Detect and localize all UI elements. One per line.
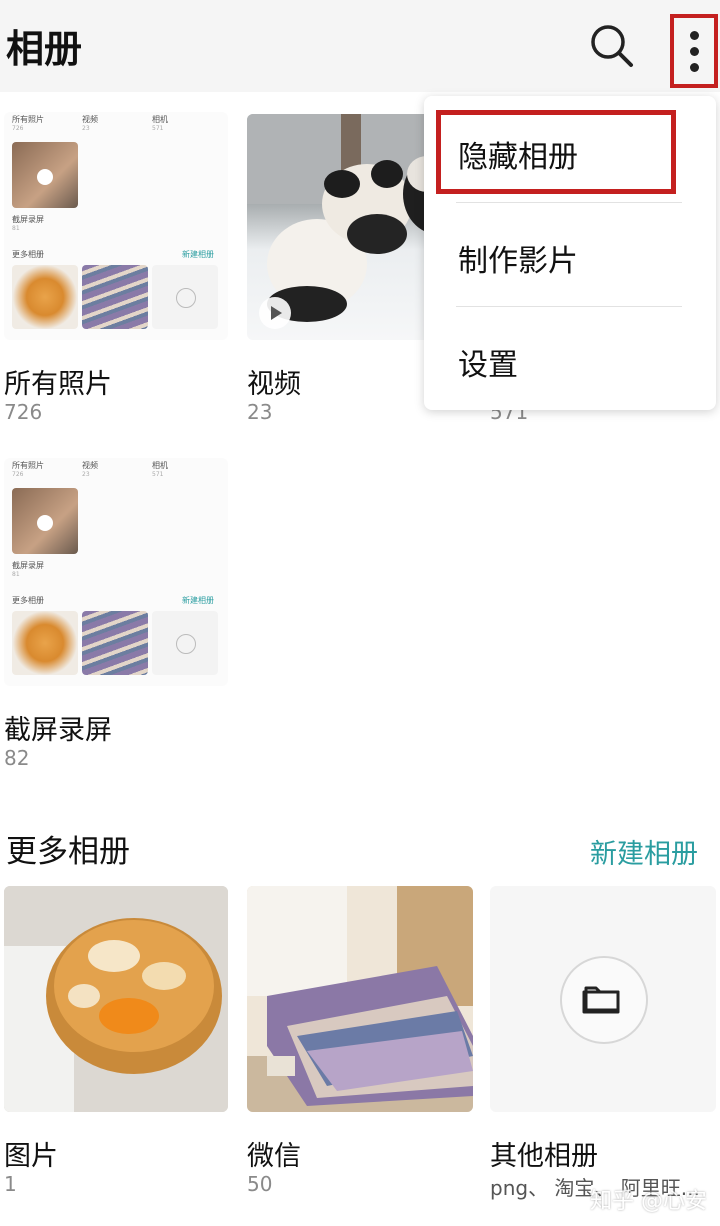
menu-divider <box>456 306 682 307</box>
mini-col3: 相机 <box>152 461 168 470</box>
overflow-menu: 隐藏相册 制作影片 设置 <box>424 96 716 410</box>
mini-col2-count: 23 <box>82 125 90 132</box>
album-count: 82 <box>4 746 30 770</box>
search-button[interactable] <box>584 18 640 74</box>
mini-thumb-image <box>12 488 78 554</box>
album-count: 1 <box>4 1172 17 1196</box>
more-dot <box>689 46 699 56</box>
section-title: 更多相册 <box>6 834 130 870</box>
search-icon <box>591 25 633 67</box>
folder-circle <box>560 956 648 1044</box>
mini-col3-count: 571 <box>152 471 164 478</box>
menu-item-make-movie[interactable]: 制作影片 <box>458 236 578 280</box>
mini-section: 更多相册 <box>12 250 44 259</box>
mini-col2: 视频 <box>82 115 98 124</box>
mini-sub-album: 截屏录屏 <box>12 561 44 570</box>
album-name: 截屏录屏 <box>4 715 112 746</box>
mini-col2: 视频 <box>82 461 98 470</box>
play-icon <box>259 297 291 329</box>
more-dot <box>689 62 699 72</box>
mini-thumb-image <box>12 142 78 208</box>
mini-bed-image <box>82 611 148 675</box>
album-name: 视频 <box>247 369 301 400</box>
mini-folder-icon <box>176 288 196 308</box>
album-name: 所有照片 <box>4 369 112 400</box>
mini-link: 新建相册 <box>182 596 214 605</box>
album-count: 23 <box>247 400 273 424</box>
mic-icon <box>37 169 53 185</box>
mini-section: 更多相册 <box>12 596 44 605</box>
mini-col3: 相机 <box>152 115 168 124</box>
mini-sub-album: 截屏录屏 <box>12 215 44 224</box>
mini-col1: 所有照片 <box>12 115 44 124</box>
menu-divider <box>456 202 682 203</box>
album-name: 其他相册 <box>490 1141 598 1172</box>
mini-col1-count: 726 <box>12 125 24 132</box>
bedroom-image <box>247 886 473 1112</box>
mini-sub-count: 81 <box>12 225 20 232</box>
mini-folder-icon <box>176 634 196 654</box>
album-name: 图片 <box>4 1141 58 1172</box>
bread-image <box>4 886 228 1112</box>
mini-bed-image <box>82 265 148 329</box>
page-title: 相册 <box>6 27 83 71</box>
mini-link: 新建相册 <box>182 250 214 259</box>
mini-bread-image <box>12 265 78 329</box>
new-album-link[interactable]: 新建相册 <box>590 832 698 871</box>
folder-icon <box>582 986 620 1014</box>
app-header: 相册 <box>0 0 720 92</box>
album-thumb-screenshots[interactable]: 所有照片 726 视频 23 相机 571 截屏录屏 81 更多相册 新建相册 <box>4 458 228 686</box>
more-options-button[interactable] <box>670 14 718 88</box>
more-vertical-icon <box>689 30 699 40</box>
mini-col2-count: 23 <box>82 471 90 478</box>
highlight-box <box>436 110 676 194</box>
album-thumb-pictures[interactable] <box>4 886 228 1112</box>
mic-icon <box>37 515 53 531</box>
mini-col1: 所有照片 <box>12 461 44 470</box>
album-thumb-wechat[interactable] <box>247 886 473 1112</box>
mini-folder-tile <box>152 611 218 675</box>
album-thumb-other[interactable] <box>490 886 716 1112</box>
album-name: 微信 <box>247 1141 301 1172</box>
album-count: 726 <box>4 400 43 424</box>
menu-item-settings[interactable]: 设置 <box>458 340 518 384</box>
album-count: 50 <box>247 1172 273 1196</box>
watermark: 知乎 @心安 <box>590 1189 707 1214</box>
mini-folder-tile <box>152 265 218 329</box>
mini-col3-count: 571 <box>152 125 164 132</box>
album-thumb-all-photos[interactable]: 所有照片 726 视频 23 相机 571 截屏录屏 81 更多相册 新建相册 <box>4 112 228 340</box>
mini-col1-count: 726 <box>12 471 24 478</box>
mini-bread-image <box>12 611 78 675</box>
mini-sub-count: 81 <box>12 571 20 578</box>
